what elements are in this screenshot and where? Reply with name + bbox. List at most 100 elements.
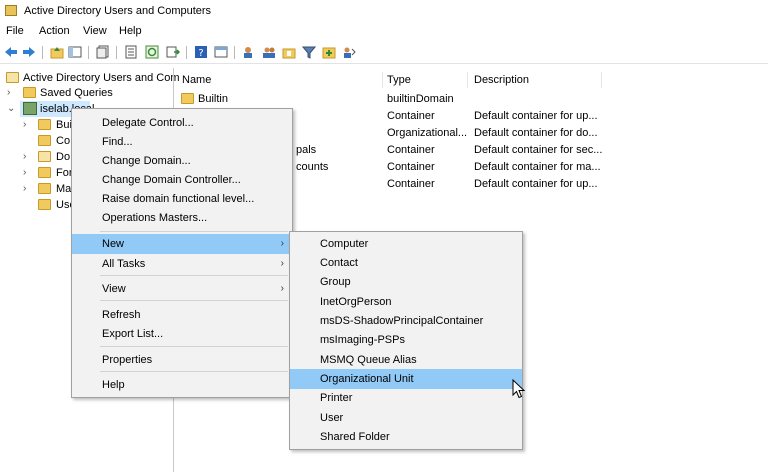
menu-item-refresh[interactable]: Refresh: [72, 305, 292, 325]
menu-item-label: MSMQ Queue Alias: [320, 354, 417, 366]
chevron-right-icon[interactable]: ›: [23, 183, 26, 194]
cell-description: Default container for up...: [474, 178, 598, 190]
tree-item-label: Bui: [56, 119, 72, 131]
menu-item-all-tasks[interactable]: All Tasks ›: [72, 254, 292, 274]
submenu-item-shared-folder[interactable]: Shared Folder: [290, 427, 522, 447]
menu-item-help[interactable]: Help: [72, 375, 292, 395]
chevron-right-icon: ›: [280, 238, 284, 249]
menu-separator: [100, 275, 288, 276]
submenu-item-user[interactable]: User: [290, 408, 522, 428]
submenu-item-msmq-queue-alias[interactable]: MSMQ Queue Alias: [290, 350, 522, 370]
menu-item-new[interactable]: New ›: [72, 234, 292, 254]
chevron-right-icon[interactable]: ›: [23, 167, 26, 178]
up-folder-icon[interactable]: [50, 45, 64, 59]
refresh-icon[interactable]: [145, 45, 159, 59]
cell-type: Organizational...: [387, 127, 468, 139]
menu-separator: [100, 300, 288, 301]
title-bar: Active Directory Users and Computers: [0, 0, 768, 22]
menu-item-delegate-control[interactable]: Delegate Control...: [72, 113, 292, 133]
submenu-item-organizational-unit[interactable]: Organizational Unit: [290, 369, 522, 389]
chevron-right-icon[interactable]: ›: [23, 119, 26, 130]
menu-item-label: Change Domain...: [102, 155, 191, 167]
tree-item-label: Do: [56, 151, 71, 163]
back-arrow-icon[interactable]: [4, 45, 18, 59]
menu-item-raise-domain-level[interactable]: Raise domain functional level...: [72, 189, 292, 209]
chevron-right-icon: ›: [280, 258, 284, 269]
copy-icon[interactable]: [96, 45, 110, 59]
column-header-name[interactable]: Name: [182, 74, 211, 86]
ou-folder-icon: [38, 151, 51, 162]
tree-item-saved-queries[interactable]: › Saved Queries: [0, 85, 172, 101]
show-tree-icon[interactable]: [68, 45, 82, 59]
chevron-right-icon[interactable]: ›: [23, 151, 26, 162]
menu-item-export-list[interactable]: Export List...: [72, 324, 292, 344]
submenu-item-contact[interactable]: Contact: [290, 253, 522, 273]
menu-item-label: Raise domain functional level...: [102, 193, 255, 205]
cell-type: Container: [387, 178, 435, 190]
menu-item-change-domain[interactable]: Change Domain...: [72, 151, 292, 171]
snap-in-icon: [6, 72, 19, 83]
menu-bar: File Action View Help: [0, 22, 768, 40]
menu-item-label: New: [102, 238, 125, 250]
submenu-item-inetorgperson[interactable]: InetOrgPerson: [290, 292, 522, 312]
menu-item-label: msImaging-PSPs: [320, 334, 405, 346]
delegate-icon[interactable]: [342, 45, 356, 59]
submenu-item-group[interactable]: Group: [290, 272, 522, 292]
chevron-right-icon: ›: [280, 283, 284, 294]
submenu-item-printer[interactable]: Printer: [290, 388, 522, 408]
forward-arrow-icon[interactable]: [22, 45, 36, 59]
column-divider[interactable]: [601, 72, 602, 88]
menu-item-find[interactable]: Find...: [72, 132, 292, 152]
cell-type: builtinDomain: [387, 93, 454, 105]
menu-file[interactable]: File: [6, 25, 24, 37]
tree-item-label: Co: [56, 135, 71, 147]
folder-icon: [38, 119, 51, 130]
menu-item-label: Organizational Unit: [320, 373, 414, 385]
chevron-right-icon[interactable]: ›: [7, 87, 10, 98]
console-view-icon[interactable]: [214, 45, 228, 59]
table-row[interactable]: Builtin builtinDomain: [175, 91, 768, 107]
menu-item-label: Change Domain Controller...: [102, 174, 241, 186]
column-divider[interactable]: [382, 72, 383, 88]
menu-view[interactable]: View: [83, 25, 107, 37]
menu-item-view[interactable]: View ›: [72, 279, 292, 299]
menu-item-change-domain-controller[interactable]: Change Domain Controller...: [72, 170, 292, 190]
submenu-item-computer[interactable]: Computer: [290, 234, 522, 254]
cell-name: pals: [296, 144, 317, 156]
new-ou-icon[interactable]: [282, 45, 296, 59]
menu-item-label: View: [102, 283, 126, 295]
submenu-item-msimaging-psps[interactable]: msImaging-PSPs: [290, 330, 522, 350]
column-header-description[interactable]: Description: [474, 74, 529, 86]
menu-item-label: Find...: [102, 136, 133, 148]
add-to-group-icon[interactable]: [322, 45, 336, 59]
menu-item-label: msDS-ShadowPrincipalContainer: [320, 315, 484, 327]
tree-root[interactable]: Active Directory Users and Com: [0, 70, 180, 86]
folder-icon: [181, 93, 194, 104]
toolbar: ?: [0, 41, 768, 64]
menu-separator: [100, 346, 288, 347]
cell-type: Container: [387, 144, 435, 156]
submenu-item-shadow-principal-container[interactable]: msDS-ShadowPrincipalContainer: [290, 311, 522, 331]
folder-icon: [38, 183, 51, 194]
chevron-down-icon[interactable]: ⌄: [7, 103, 15, 114]
menu-action[interactable]: Action: [39, 25, 70, 37]
domain-icon: [23, 102, 37, 115]
folder-icon: [38, 167, 51, 178]
menu-item-properties[interactable]: Properties: [72, 350, 292, 370]
cell-name: Builtin: [198, 93, 228, 105]
cell-description: Default container for sec...: [474, 144, 603, 156]
export-list-icon[interactable]: [166, 45, 180, 59]
new-group-icon[interactable]: [262, 45, 276, 59]
properties-icon[interactable]: [124, 45, 138, 59]
menu-help[interactable]: Help: [119, 25, 142, 37]
new-user-icon[interactable]: [242, 45, 256, 59]
column-header-type[interactable]: Type: [387, 74, 411, 86]
menu-item-label: Operations Masters...: [102, 212, 208, 224]
menu-item-operations-masters[interactable]: Operations Masters...: [72, 208, 292, 228]
filter-icon[interactable]: [302, 45, 316, 59]
menu-item-label: Group: [320, 276, 351, 288]
help-icon[interactable]: ?: [194, 45, 208, 59]
menu-item-label: InetOrgPerson: [320, 296, 392, 308]
column-divider[interactable]: [467, 72, 468, 88]
menu-item-label: Help: [102, 379, 125, 391]
